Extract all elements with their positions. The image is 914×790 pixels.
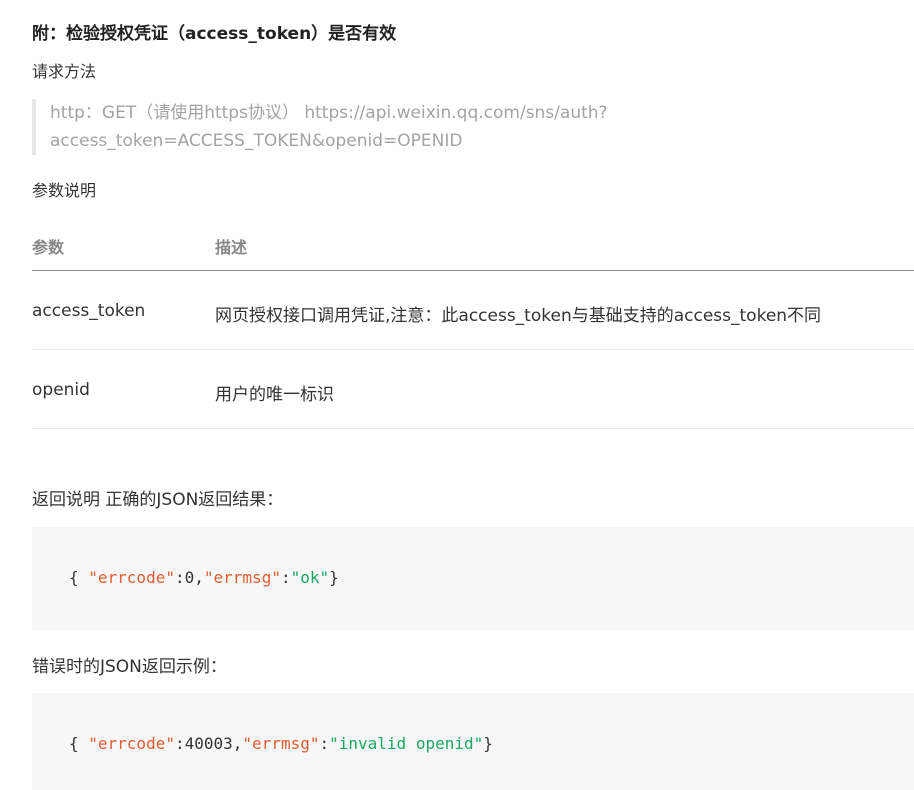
param-table-header: 参数 描述 [32,226,914,271]
json-key-errmsg: "errmsg" [203,568,281,587]
json-brace-open: { [69,734,89,753]
json-key-errcode: "errcode" [88,568,175,587]
error-json-code: { "errcode":40003,"errmsg":"invalid open… [69,734,493,753]
request-url-blockquote: http：GET（请使用https协议） https://api.weixin.… [32,99,632,155]
json-value-errcode: 0 [184,568,195,587]
json-key-errcode: "errcode" [88,734,175,753]
request-url-line-2: access_token=ACCESS_TOKEN&openid=OPENID [50,131,463,151]
json-comma: , [232,734,243,753]
header-desc: 描述 [215,238,248,257]
json-colon: : [319,734,330,753]
param-name: openid [32,380,90,400]
json-colon: : [280,568,291,587]
json-value-errcode: 40003 [184,734,233,753]
json-brace-close: } [483,734,493,753]
request-method-label: 请求方法 [32,62,97,81]
json-colon: : [174,734,185,753]
success-json-code: { "errcode":0,"errmsg":"ok"} [69,568,339,587]
header-param: 参数 [32,238,65,257]
section-title: 附：检验授权凭证（access_token）是否有效 [32,24,397,44]
param-desc: 网页授权接口调用凭证,注意：此access_token与基础支持的access_… [215,306,822,326]
json-colon: : [174,568,185,587]
table-row: access_token 网页授权接口调用凭证,注意：此access_token… [32,271,914,350]
success-json-code-block: { "errcode":0,"errmsg":"ok"} [32,527,914,630]
error-example-label: 错误时的JSON返回示例： [32,657,227,677]
error-json-code-block: { "errcode":40003,"errmsg":"invalid open… [32,693,914,790]
json-brace-close: } [329,568,339,587]
param-description-label: 参数说明 [32,181,97,200]
json-value-errmsg: "invalid openid" [329,734,484,753]
param-table: 参数 描述 access_token 网页授权接口调用凭证,注意：此access… [32,226,914,429]
table-row: openid 用户的唯一标识 [32,350,914,429]
param-desc: 用户的唯一标识 [215,385,334,405]
json-comma: , [194,568,204,587]
param-name: access_token [32,301,146,321]
json-brace-open: { [69,568,89,587]
json-key-errmsg: "errmsg" [242,734,320,753]
json-value-errmsg: "ok" [290,568,330,587]
return-description-label: 返回说明 正确的JSON返回结果： [32,490,284,510]
request-url-line-1: http：GET（请使用https协议） https://api.weixin.… [50,103,608,123]
